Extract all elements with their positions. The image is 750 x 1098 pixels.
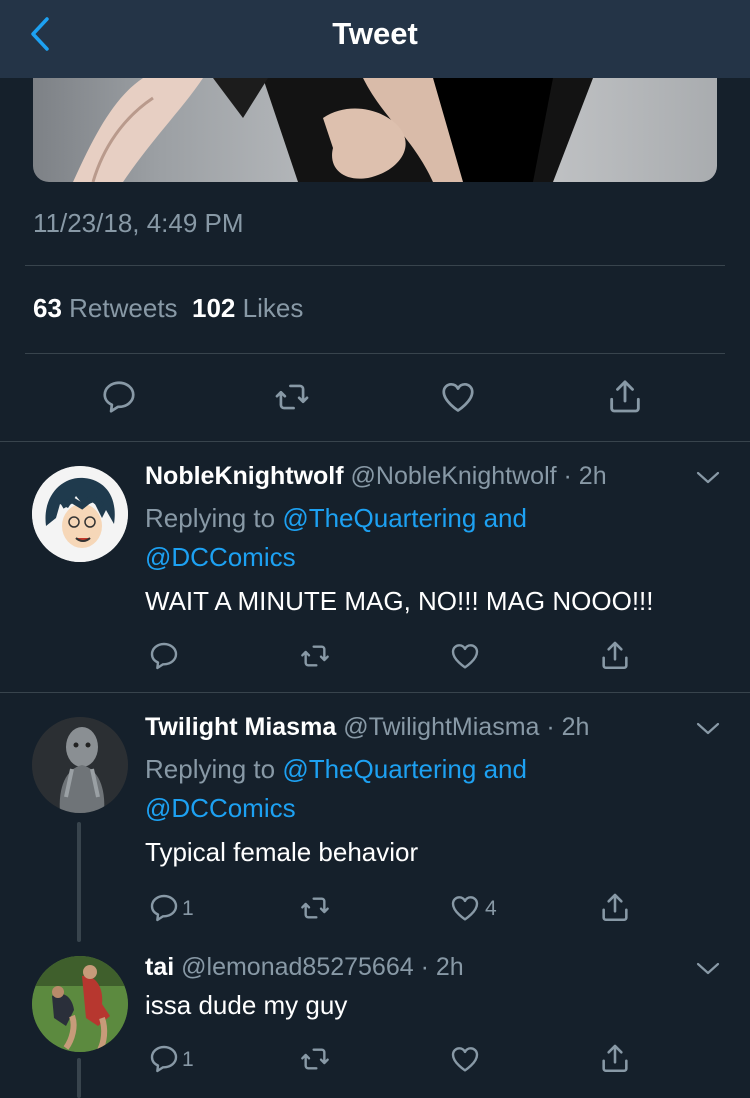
tweet-options-button[interactable] xyxy=(696,721,720,742)
retweet-icon xyxy=(275,384,309,410)
like-count: 4 xyxy=(485,897,497,920)
reply-button[interactable] xyxy=(100,378,138,416)
share-icon xyxy=(610,380,640,413)
retweets-label: Retweets xyxy=(69,293,178,323)
thread-line xyxy=(77,1058,81,1098)
reply-icon xyxy=(150,894,178,922)
mention-link[interactable]: @DCComics xyxy=(145,793,296,824)
avatar[interactable] xyxy=(32,717,128,813)
reply-button[interactable] xyxy=(148,640,180,672)
tweet-image[interactable] xyxy=(33,78,717,182)
retweet-button[interactable] xyxy=(298,640,332,672)
share-icon xyxy=(602,893,628,922)
reply-icon xyxy=(150,642,178,670)
share-button[interactable] xyxy=(598,638,632,672)
tweet-options-button[interactable] xyxy=(696,470,720,491)
like-button[interactable] xyxy=(448,640,482,672)
thread-line xyxy=(77,822,81,942)
heart-icon xyxy=(451,896,479,921)
retweet-button[interactable] xyxy=(298,1043,332,1075)
like-button[interactable] xyxy=(448,1043,482,1075)
engagement-counts[interactable]: 63 Retweets 102 Likes xyxy=(33,293,303,324)
share-button[interactable] xyxy=(598,1041,632,1075)
mention-link[interactable]: @TheQuartering and xyxy=(282,754,527,784)
retweet-icon xyxy=(301,645,329,667)
handle-time: @lemonad85275664 · 2h xyxy=(181,953,464,981)
retweet-button[interactable] xyxy=(298,892,332,924)
reply-button[interactable] xyxy=(148,1043,180,1075)
reply-header: NobleKnightwolf @NobleKnightwolf · 2h xyxy=(145,462,607,491)
heart-icon xyxy=(451,1047,479,1072)
tweet-timestamp: 11/23/18, 4:49 PM xyxy=(33,208,244,238)
heart-icon xyxy=(451,644,479,669)
reply-header: tai @lemonad85275664 · 2h xyxy=(145,953,464,982)
handle-time: @TwilightMiasma · 2h xyxy=(343,713,590,741)
likes-label: Likes xyxy=(242,293,304,323)
reply-header: Twilight Miasma @TwilightMiasma · 2h xyxy=(145,713,589,742)
reply-button[interactable] xyxy=(148,892,180,924)
likes-count: 102 xyxy=(192,293,236,323)
divider xyxy=(0,692,750,693)
heart-icon xyxy=(442,382,474,412)
chevron-down-icon xyxy=(696,722,720,735)
tweet-text: Typical female behavior xyxy=(145,837,419,867)
share-icon xyxy=(602,1044,628,1073)
divider xyxy=(0,441,750,442)
tweet-options-button[interactable] xyxy=(696,961,720,982)
retweet-icon xyxy=(301,897,329,919)
display-name[interactable]: Twilight Miasma xyxy=(145,713,336,741)
reply-icon xyxy=(103,381,135,413)
display-name[interactable]: NobleKnightwolf xyxy=(145,462,344,490)
chevron-down-icon xyxy=(696,471,720,484)
like-button[interactable] xyxy=(448,892,482,924)
like-button[interactable] xyxy=(438,378,478,416)
top-nav-bar: Tweet xyxy=(0,0,750,78)
retweet-icon xyxy=(301,1048,329,1070)
share-icon xyxy=(602,641,628,670)
retweets-count: 63 xyxy=(33,293,62,323)
replying-to: Replying to @TheQuartering and xyxy=(145,503,527,533)
page-title: Tweet xyxy=(332,16,418,51)
handle-time: @NobleKnightwolf · 2h xyxy=(350,462,607,490)
avatar[interactable] xyxy=(32,466,128,562)
tweet-text: issa dude my guy xyxy=(145,990,348,1020)
avatar[interactable] xyxy=(32,956,128,1052)
mention-link[interactable]: @DCComics xyxy=(145,542,296,573)
share-button[interactable] xyxy=(605,376,645,416)
replying-to: Replying to @TheQuartering and xyxy=(145,754,527,784)
divider xyxy=(25,265,725,266)
reply-count: 1 xyxy=(182,1048,194,1071)
reply-count: 1 xyxy=(182,897,194,920)
chevron-down-icon xyxy=(696,962,720,975)
divider xyxy=(25,353,725,354)
retweet-button[interactable] xyxy=(272,378,312,416)
display-name[interactable]: tai xyxy=(145,953,174,981)
mention-link[interactable]: @TheQuartering and xyxy=(282,503,527,533)
share-button[interactable] xyxy=(598,890,632,924)
tweet-text: WAIT A MINUTE MAG, NO!!! MAG NOOO!!! xyxy=(145,586,654,616)
reply-icon xyxy=(150,1045,178,1073)
